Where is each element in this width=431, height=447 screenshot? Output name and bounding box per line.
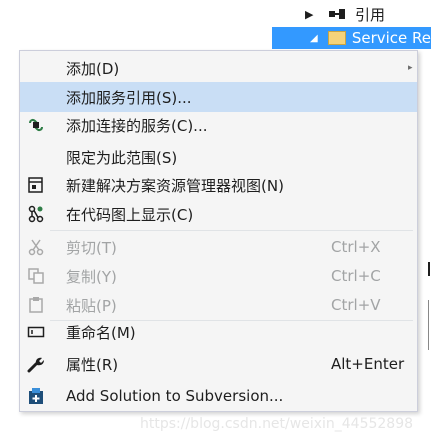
menu-item-paste[interactable]: 粘贴(P) Ctrl+V: [20, 290, 417, 320]
menu-item-copy[interactable]: 复制(Y) Ctrl+C: [20, 261, 417, 291]
menu-item-properties[interactable]: 属性(R) Alt+Enter: [20, 349, 417, 379]
menu-item-label: 属性(R): [66, 355, 119, 374]
separator: [50, 230, 413, 231]
menu-item-label: 添加(D): [66, 59, 120, 78]
menu-item-add-to-subversion[interactable]: Add Solution to Subversion...: [20, 381, 417, 411]
menu-item-label: 重命名(M): [66, 323, 136, 342]
subversion-add-icon: [27, 387, 45, 405]
menu-item-label: 粘贴(P): [66, 296, 117, 315]
menu-item-cut[interactable]: 剪切(T) Ctrl+X: [20, 232, 417, 262]
folder-icon: [327, 31, 346, 45]
menu-item-scope-to-this[interactable]: 限定为此范围(S): [20, 142, 417, 172]
expand-arrow-icon[interactable]: ▶: [305, 8, 317, 21]
scissors-icon: [27, 238, 45, 256]
menu-item-new-solution-explorer-view[interactable]: 新建解决方案资源管理器视图(N): [20, 170, 417, 200]
scroll-edge: [428, 262, 430, 276]
wrench-icon: [27, 355, 45, 373]
watermark: https://blog.csdn.net/weixin_44552898: [140, 416, 414, 432]
code-map-icon: [27, 205, 45, 223]
references-icon: [329, 8, 345, 20]
menu-item-shortcut: Ctrl+C: [331, 267, 381, 285]
menu-item-label: 新建解决方案资源管理器视图(N): [66, 176, 284, 195]
menu-item-label: 在代码图上显示(C): [66, 205, 194, 224]
rename-icon: [27, 323, 45, 341]
menu-item-add-service-reference[interactable]: 添加服务引用(S)...: [20, 82, 417, 112]
context-menu: 添加(D) ▸ 添加服务引用(S)... 添加连接的服务(C)... 限定为此范…: [19, 50, 418, 412]
menu-item-label: Add Solution to Subversion...: [66, 387, 284, 405]
menu-item-label: 添加连接的服务(C)...: [66, 116, 208, 135]
menu-item-label: 添加服务引用(S)...: [66, 88, 192, 107]
menu-item-shortcut: Ctrl+V: [331, 296, 381, 314]
tree-item-service-references[interactable]: ◢ Service Re: [272, 27, 431, 49]
collapse-arrow-icon[interactable]: ◢: [310, 33, 322, 44]
menu-item-add[interactable]: 添加(D) ▸: [20, 53, 417, 83]
menu-item-shortcut: Ctrl+X: [331, 238, 381, 256]
clipboard-icon: [27, 296, 45, 314]
menu-item-rename[interactable]: 重命名(M): [20, 317, 417, 347]
tree-item-references[interactable]: ▶ 引用: [305, 3, 431, 25]
menu-item-show-on-code-map[interactable]: 在代码图上显示(C): [20, 199, 417, 229]
menu-item-label: 剪切(T): [66, 238, 117, 257]
menu-item-shortcut: Alt+Enter: [331, 355, 405, 373]
copy-icon: [27, 267, 45, 285]
tree-item-label: Service Re: [351, 29, 431, 47]
menu-item-label: 复制(Y): [66, 267, 117, 286]
menu-item-label: 限定为此范围(S): [66, 148, 178, 167]
scroll-edge: [428, 300, 429, 350]
tree-item-label: 引用: [355, 5, 386, 24]
new-view-icon: [27, 176, 45, 194]
submenu-arrow-icon: ▸: [408, 63, 413, 73]
menu-item-add-connected-service[interactable]: 添加连接的服务(C)...: [20, 110, 417, 140]
connected-service-icon: [27, 116, 45, 134]
